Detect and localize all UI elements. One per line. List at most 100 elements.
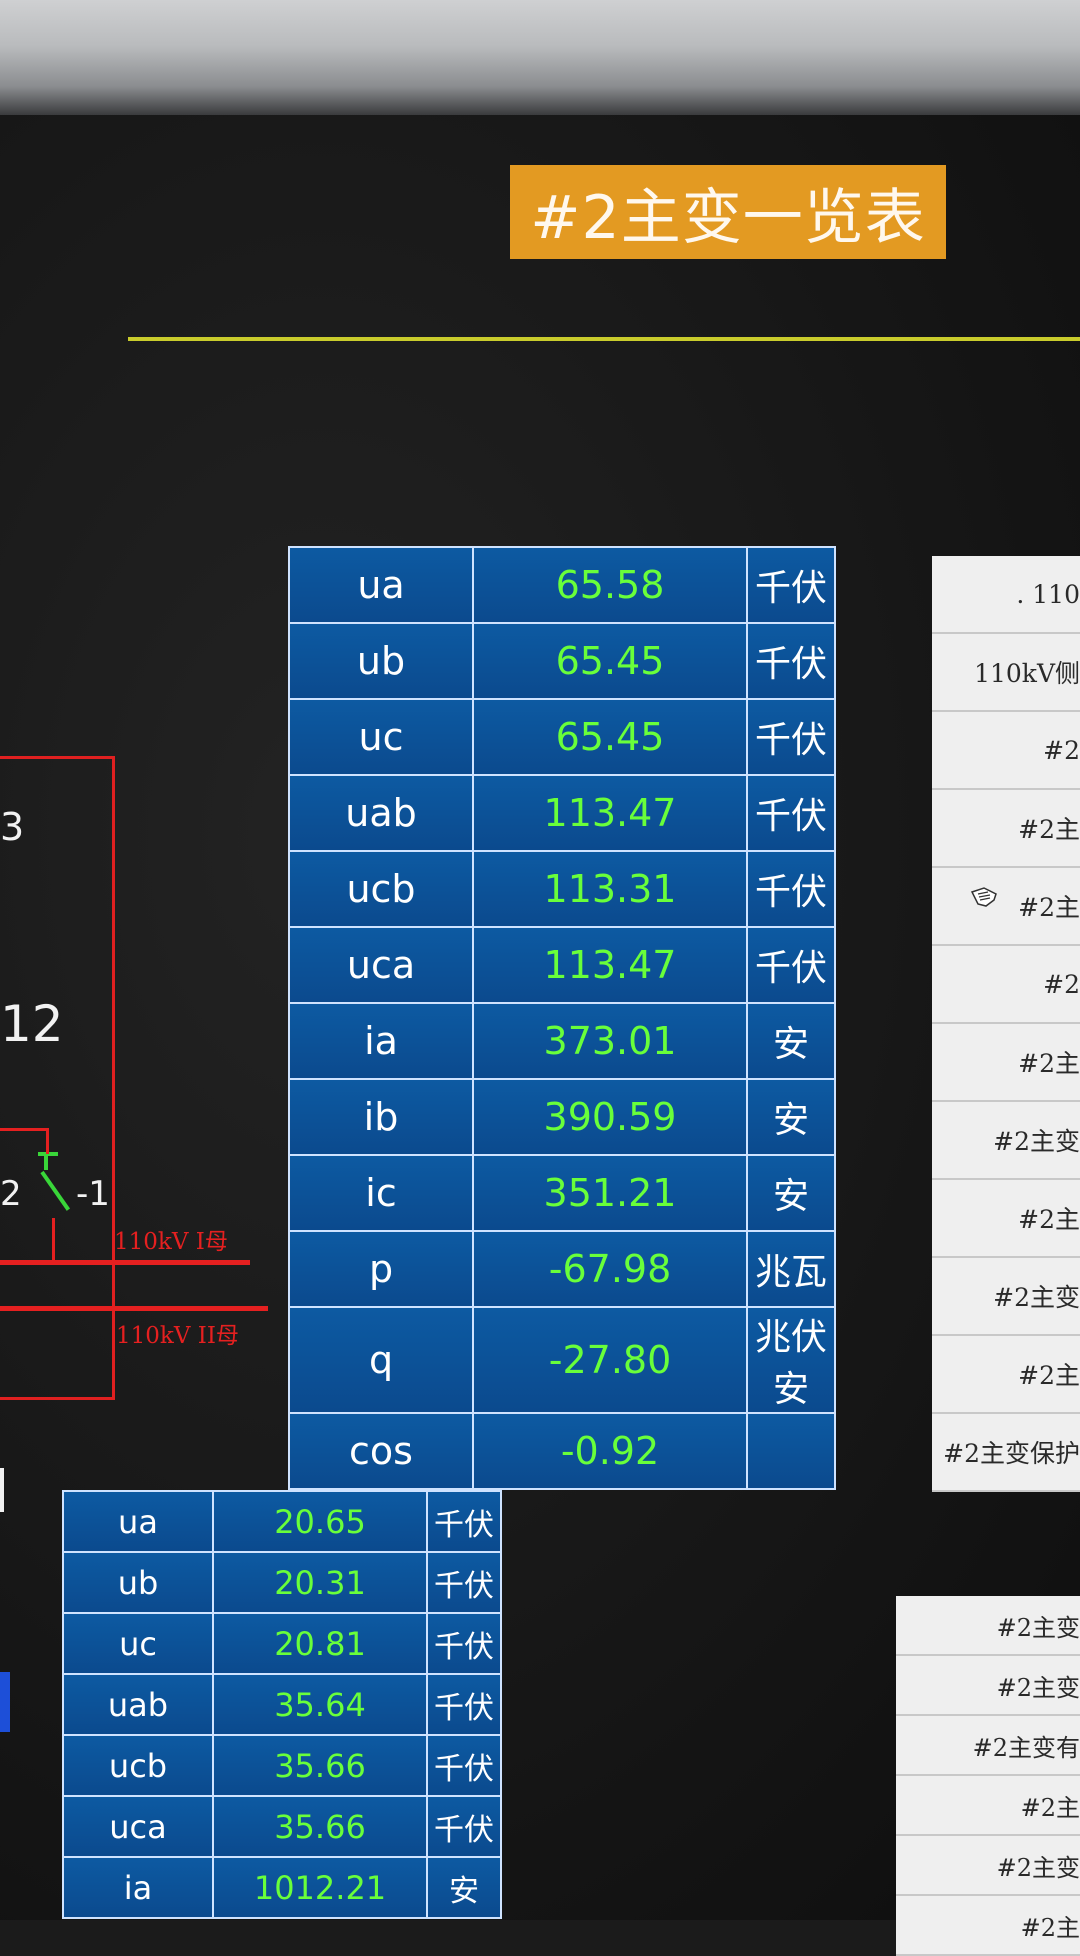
measurement-unit bbox=[746, 1412, 836, 1490]
measurement-value: 113.31 bbox=[472, 850, 748, 928]
info-row[interactable]: #2主 bbox=[932, 1024, 1080, 1102]
measurement-value: 65.45 bbox=[472, 622, 748, 700]
measurement-110kv-row: uc 65.45 千伏 bbox=[288, 698, 836, 776]
diagram-label-2: 2 bbox=[0, 1174, 22, 1214]
bus-label-1: 110kV I母 bbox=[114, 1229, 228, 1255]
switch-wire-top bbox=[0, 1128, 48, 1131]
measurement-name: uca bbox=[288, 926, 474, 1004]
measurement-name: ucb bbox=[288, 850, 474, 928]
measurement-name: ib bbox=[288, 1078, 474, 1156]
left-edge-blue-bar bbox=[0, 1672, 10, 1732]
measurement-value: -27.80 bbox=[472, 1306, 748, 1414]
measurement-value: 390.59 bbox=[472, 1078, 748, 1156]
info-row[interactable]: 110kV侧 bbox=[932, 634, 1080, 712]
measurement-unit: 千伏 bbox=[426, 1490, 502, 1553]
measurement-value: 1012.21 bbox=[212, 1856, 428, 1919]
measurement-name: uc bbox=[62, 1612, 214, 1675]
info-row[interactable]: #2主 bbox=[932, 868, 1080, 946]
measurement-110kv-row: ic 351.21 安 bbox=[288, 1154, 836, 1232]
measurement-unit: 安 bbox=[746, 1154, 836, 1232]
measurement-value: 20.81 bbox=[212, 1612, 428, 1675]
measurement-value: -67.98 bbox=[472, 1230, 748, 1308]
info-row[interactable]: #2主 bbox=[932, 1180, 1080, 1258]
right-info-panel-bottom: #2主变 #2主变 #2主变有 #2主 #2主变 #2主 bbox=[896, 1596, 1080, 1956]
measurement-unit: 千伏 bbox=[426, 1551, 502, 1614]
measurement-name: q bbox=[288, 1306, 474, 1414]
info-row[interactable]: #2 bbox=[932, 946, 1080, 1024]
measurement-low-row: ub 20.31 千伏 bbox=[62, 1551, 502, 1614]
measurement-value: 20.65 bbox=[212, 1490, 428, 1553]
info-row[interactable]: #2主变 bbox=[932, 1102, 1080, 1180]
measurement-110kv-row: q -27.80 兆伏安 bbox=[288, 1306, 836, 1414]
measurement-unit: 千伏 bbox=[426, 1612, 502, 1675]
page-title: #2主变一览表 bbox=[510, 165, 946, 259]
measurement-table-110kv: ua 65.58 千伏 ub 65.45 千伏 uc 65.45 千伏 uab 113.47 千伏 uc… bbox=[288, 546, 836, 1490]
measurement-name: ub bbox=[62, 1551, 214, 1614]
info-row[interactable]: #2主 bbox=[896, 1776, 1080, 1836]
measurement-name: ucb bbox=[62, 1734, 214, 1797]
measurement-name: cos bbox=[288, 1412, 474, 1490]
info-row[interactable]: #2主变 bbox=[932, 1258, 1080, 1336]
info-row[interactable]: #2主变 bbox=[896, 1596, 1080, 1656]
measurement-name: ua bbox=[288, 546, 474, 624]
measurement-110kv-row: uab 113.47 千伏 bbox=[288, 774, 836, 852]
info-row[interactable]: #2主变 bbox=[896, 1656, 1080, 1716]
measurement-110kv-row: p -67.98 兆瓦 bbox=[288, 1230, 836, 1308]
measurement-value: 65.58 bbox=[472, 546, 748, 624]
measurement-unit: 千伏 bbox=[746, 546, 836, 624]
measurement-110kv-row: ia 373.01 安 bbox=[288, 1002, 836, 1080]
measurement-110kv-row: ub 65.45 千伏 bbox=[288, 622, 836, 700]
info-row[interactable]: #2主 bbox=[932, 790, 1080, 868]
measurement-value: 35.66 bbox=[212, 1795, 428, 1858]
measurement-unit: 千伏 bbox=[746, 850, 836, 928]
diagram-label-3: 3 bbox=[0, 805, 25, 849]
info-row[interactable]: #2 bbox=[932, 712, 1080, 790]
measurement-name: p bbox=[288, 1230, 474, 1308]
measurement-unit: 千伏 bbox=[746, 698, 836, 776]
switch-wire-vertical bbox=[46, 1128, 49, 1154]
info-row[interactable]: #2主变 bbox=[896, 1836, 1080, 1896]
measurement-unit: 千伏 bbox=[426, 1734, 502, 1797]
bus-label-2: 110kV II母 bbox=[116, 1323, 239, 1349]
info-row[interactable]: . 110 bbox=[932, 556, 1080, 634]
left-edge-white-bar bbox=[0, 1468, 4, 1512]
measurement-name: uc bbox=[288, 698, 474, 776]
measurement-unit: 安 bbox=[746, 1002, 836, 1080]
measurement-unit: 安 bbox=[426, 1856, 502, 1919]
measurement-low-row: ua 20.65 千伏 bbox=[62, 1490, 502, 1553]
bus-line-1 bbox=[0, 1260, 250, 1265]
measurement-value: 373.01 bbox=[472, 1002, 748, 1080]
info-row[interactable]: #2主变保护 bbox=[932, 1414, 1080, 1492]
measurement-low-row: uab 35.64 千伏 bbox=[62, 1673, 502, 1736]
measurement-unit: 兆伏安 bbox=[746, 1306, 836, 1414]
diagram-label-minus1: -1 bbox=[76, 1174, 110, 1214]
measurement-low-row: ucb 35.66 千伏 bbox=[62, 1734, 502, 1797]
measurement-unit: 千伏 bbox=[746, 926, 836, 1004]
measurement-110kv-row: ib 390.59 安 bbox=[288, 1078, 836, 1156]
switch-stem bbox=[44, 1156, 48, 1170]
title-divider bbox=[128, 337, 1080, 341]
info-row[interactable]: #2主 bbox=[896, 1896, 1080, 1956]
measurement-unit: 安 bbox=[746, 1078, 836, 1156]
measurement-table-low: ua 20.65 千伏 ub 20.31 千伏 uc 20.81 千伏 uab 35.64 千伏 ucb… bbox=[62, 1490, 502, 1919]
info-row[interactable]: #2主 bbox=[932, 1336, 1080, 1414]
measurement-value: 351.21 bbox=[472, 1154, 748, 1232]
measurement-name: ic bbox=[288, 1154, 474, 1232]
measurement-name: ua bbox=[62, 1490, 214, 1553]
measurement-name: ub bbox=[288, 622, 474, 700]
measurement-value: 113.47 bbox=[472, 926, 748, 1004]
measurement-value: 35.64 bbox=[212, 1673, 428, 1736]
right-info-panel-top: . 110 110kV侧 #2 #2主 #2主 #2 #2主 #2主变 #2主 #2主变 #2主 #2… bbox=[932, 556, 1080, 1492]
measurement-unit: 千伏 bbox=[746, 774, 836, 852]
measurement-low-row: uca 35.66 千伏 bbox=[62, 1795, 502, 1858]
measurement-unit: 千伏 bbox=[426, 1673, 502, 1736]
measurement-name: uab bbox=[62, 1673, 214, 1736]
diagram-label-12: 12 bbox=[0, 995, 64, 1053]
measurement-name: ia bbox=[288, 1002, 474, 1080]
info-row[interactable]: #2主变有 bbox=[896, 1716, 1080, 1776]
measurement-value: 65.45 bbox=[472, 698, 748, 776]
measurement-name: ia bbox=[62, 1856, 214, 1919]
measurement-unit: 千伏 bbox=[426, 1795, 502, 1858]
monitor-bezel bbox=[0, 0, 1080, 115]
hand-pointer-icon bbox=[970, 887, 997, 907]
